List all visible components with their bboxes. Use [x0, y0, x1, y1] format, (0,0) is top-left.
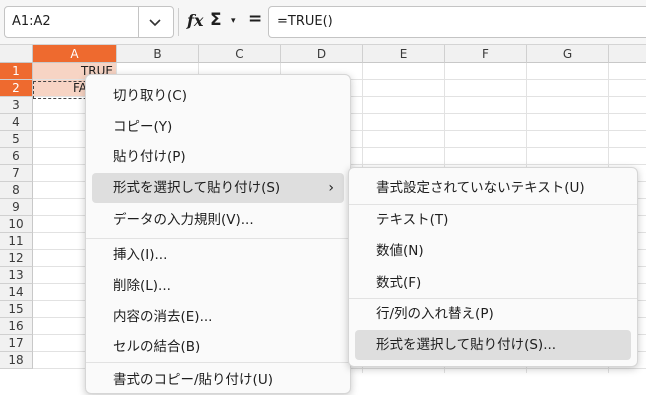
context-menu: 切り取り(C) コピー(Y) 貼り付け(P) 形式を選択して貼り付け(S) › … [85, 74, 351, 394]
column-header-e[interactable]: E [363, 45, 445, 63]
menu-item-label: セルの結合(B) [113, 339, 201, 355]
row-header-15[interactable]: 15 [0, 301, 33, 318]
row-header-14[interactable]: 14 [0, 284, 33, 301]
sum-dropdown-icon[interactable]: ▾ [231, 16, 236, 26]
row-header-1[interactable]: 1 [0, 63, 33, 80]
paste-special-submenu: 書式設定されていないテキスト(U) テキスト(T) 数値(N) 数式(F) 行/… [348, 167, 638, 367]
column-header-f[interactable]: F [445, 45, 527, 63]
formula-equal-icon[interactable]: = [248, 9, 262, 29]
column-header-h[interactable] [609, 45, 646, 63]
row-header-7[interactable]: 7 [0, 165, 33, 182]
row-header-18[interactable]: 18 [0, 352, 33, 369]
menu-item-label: コピー(Y) [113, 119, 173, 135]
menu-item-insert[interactable]: 挿入(I)... [92, 240, 344, 270]
row-header-6[interactable]: 6 [0, 148, 33, 165]
menu-item-label: 切り取り(C) [113, 88, 187, 104]
row-header-4[interactable]: 4 [0, 114, 33, 131]
menu-item-label: 書式のコピー/貼り付け(U) [113, 372, 273, 388]
formula-text: =TRUE() [277, 14, 333, 29]
menu-separator [86, 238, 350, 239]
formula-toolbar: A1:A2 fx Σ ▾ = =TRUE() [0, 0, 646, 45]
menu-item-merge-cells[interactable]: セルの結合(B) [92, 332, 344, 362]
submenu-item-unformatted-text[interactable]: 書式設定されていないテキスト(U) [355, 173, 631, 203]
menu-item-validity[interactable]: データの入力規則(V)... [92, 205, 344, 235]
row-header-2[interactable]: 2 [0, 80, 33, 97]
row-header-3[interactable]: 3 [0, 97, 33, 114]
column-header-a[interactable]: A [33, 45, 117, 63]
menu-item-copy[interactable]: コピー(Y) [92, 112, 344, 142]
menu-item-label: 形式を選択して貼り付け(S) [113, 180, 281, 196]
formula-input[interactable]: =TRUE() [268, 6, 646, 38]
submenu-item-transpose[interactable]: 行/列の入れ替え(P) [355, 299, 631, 329]
menu-item-label: 挿入(I)... [113, 247, 168, 263]
toolbar-divider [178, 8, 179, 36]
menu-item-label: 書式設定されていないテキスト(U) [376, 180, 585, 196]
row-header-13[interactable]: 13 [0, 267, 33, 284]
column-header-c[interactable]: C [199, 45, 281, 63]
row-header-16[interactable]: 16 [0, 318, 33, 335]
column-header-b[interactable]: B [117, 45, 199, 63]
row-header-12[interactable]: 12 [0, 250, 33, 267]
column-header-g[interactable]: G [527, 45, 609, 63]
menu-item-cut[interactable]: 切り取り(C) [92, 81, 344, 111]
row-header-11[interactable]: 11 [0, 233, 33, 250]
sum-icon[interactable]: Σ [210, 10, 222, 30]
menu-item-label: 行/列の入れ替え(P) [376, 306, 494, 322]
menu-item-delete[interactable]: 削除(L)... [92, 271, 344, 301]
name-box-divider [138, 7, 139, 37]
row-header-17[interactable]: 17 [0, 335, 33, 352]
menu-item-label: 貼り付け(P) [113, 149, 186, 165]
function-wizard-icon[interactable]: fx [187, 11, 203, 30]
select-all-corner[interactable] [0, 45, 33, 63]
submenu-item-formula[interactable]: 数式(F) [355, 268, 631, 298]
row-header-5[interactable]: 5 [0, 131, 33, 148]
row-header-8[interactable]: 8 [0, 182, 33, 199]
row-header-10[interactable]: 10 [0, 216, 33, 233]
menu-item-paste[interactable]: 貼り付け(P) [92, 142, 344, 172]
menu-item-label: テキスト(T) [376, 212, 449, 228]
submenu-item-paste-special-dialog[interactable]: 形式を選択して貼り付け(S)... [355, 330, 631, 360]
menu-item-label: 数値(N) [376, 243, 424, 259]
menu-item-paste-special[interactable]: 形式を選択して貼り付け(S) › [92, 173, 344, 203]
chevron-right-icon: › [328, 180, 334, 196]
row-header-9[interactable]: 9 [0, 199, 33, 216]
submenu-item-number[interactable]: 数値(N) [355, 236, 631, 266]
menu-item-label: 削除(L)... [113, 278, 171, 294]
menu-item-label: データの入力規則(V)... [113, 212, 254, 228]
chevron-down-icon[interactable] [146, 13, 164, 31]
menu-item-label: 形式を選択して貼り付け(S)... [376, 337, 557, 353]
menu-item-label: 数式(F) [376, 275, 422, 291]
column-header-d[interactable]: D [281, 45, 363, 63]
name-box[interactable]: A1:A2 [4, 6, 174, 38]
menu-item-clear-contents[interactable]: 内容の消去(E)... [92, 302, 344, 332]
menu-item-label: 内容の消去(E)... [113, 309, 213, 325]
name-box-value: A1:A2 [12, 14, 51, 29]
menu-item-clone-formatting[interactable]: 書式のコピー/貼り付け(U) [92, 365, 344, 395]
menu-separator [86, 362, 350, 363]
submenu-item-text[interactable]: テキスト(T) [355, 205, 631, 235]
